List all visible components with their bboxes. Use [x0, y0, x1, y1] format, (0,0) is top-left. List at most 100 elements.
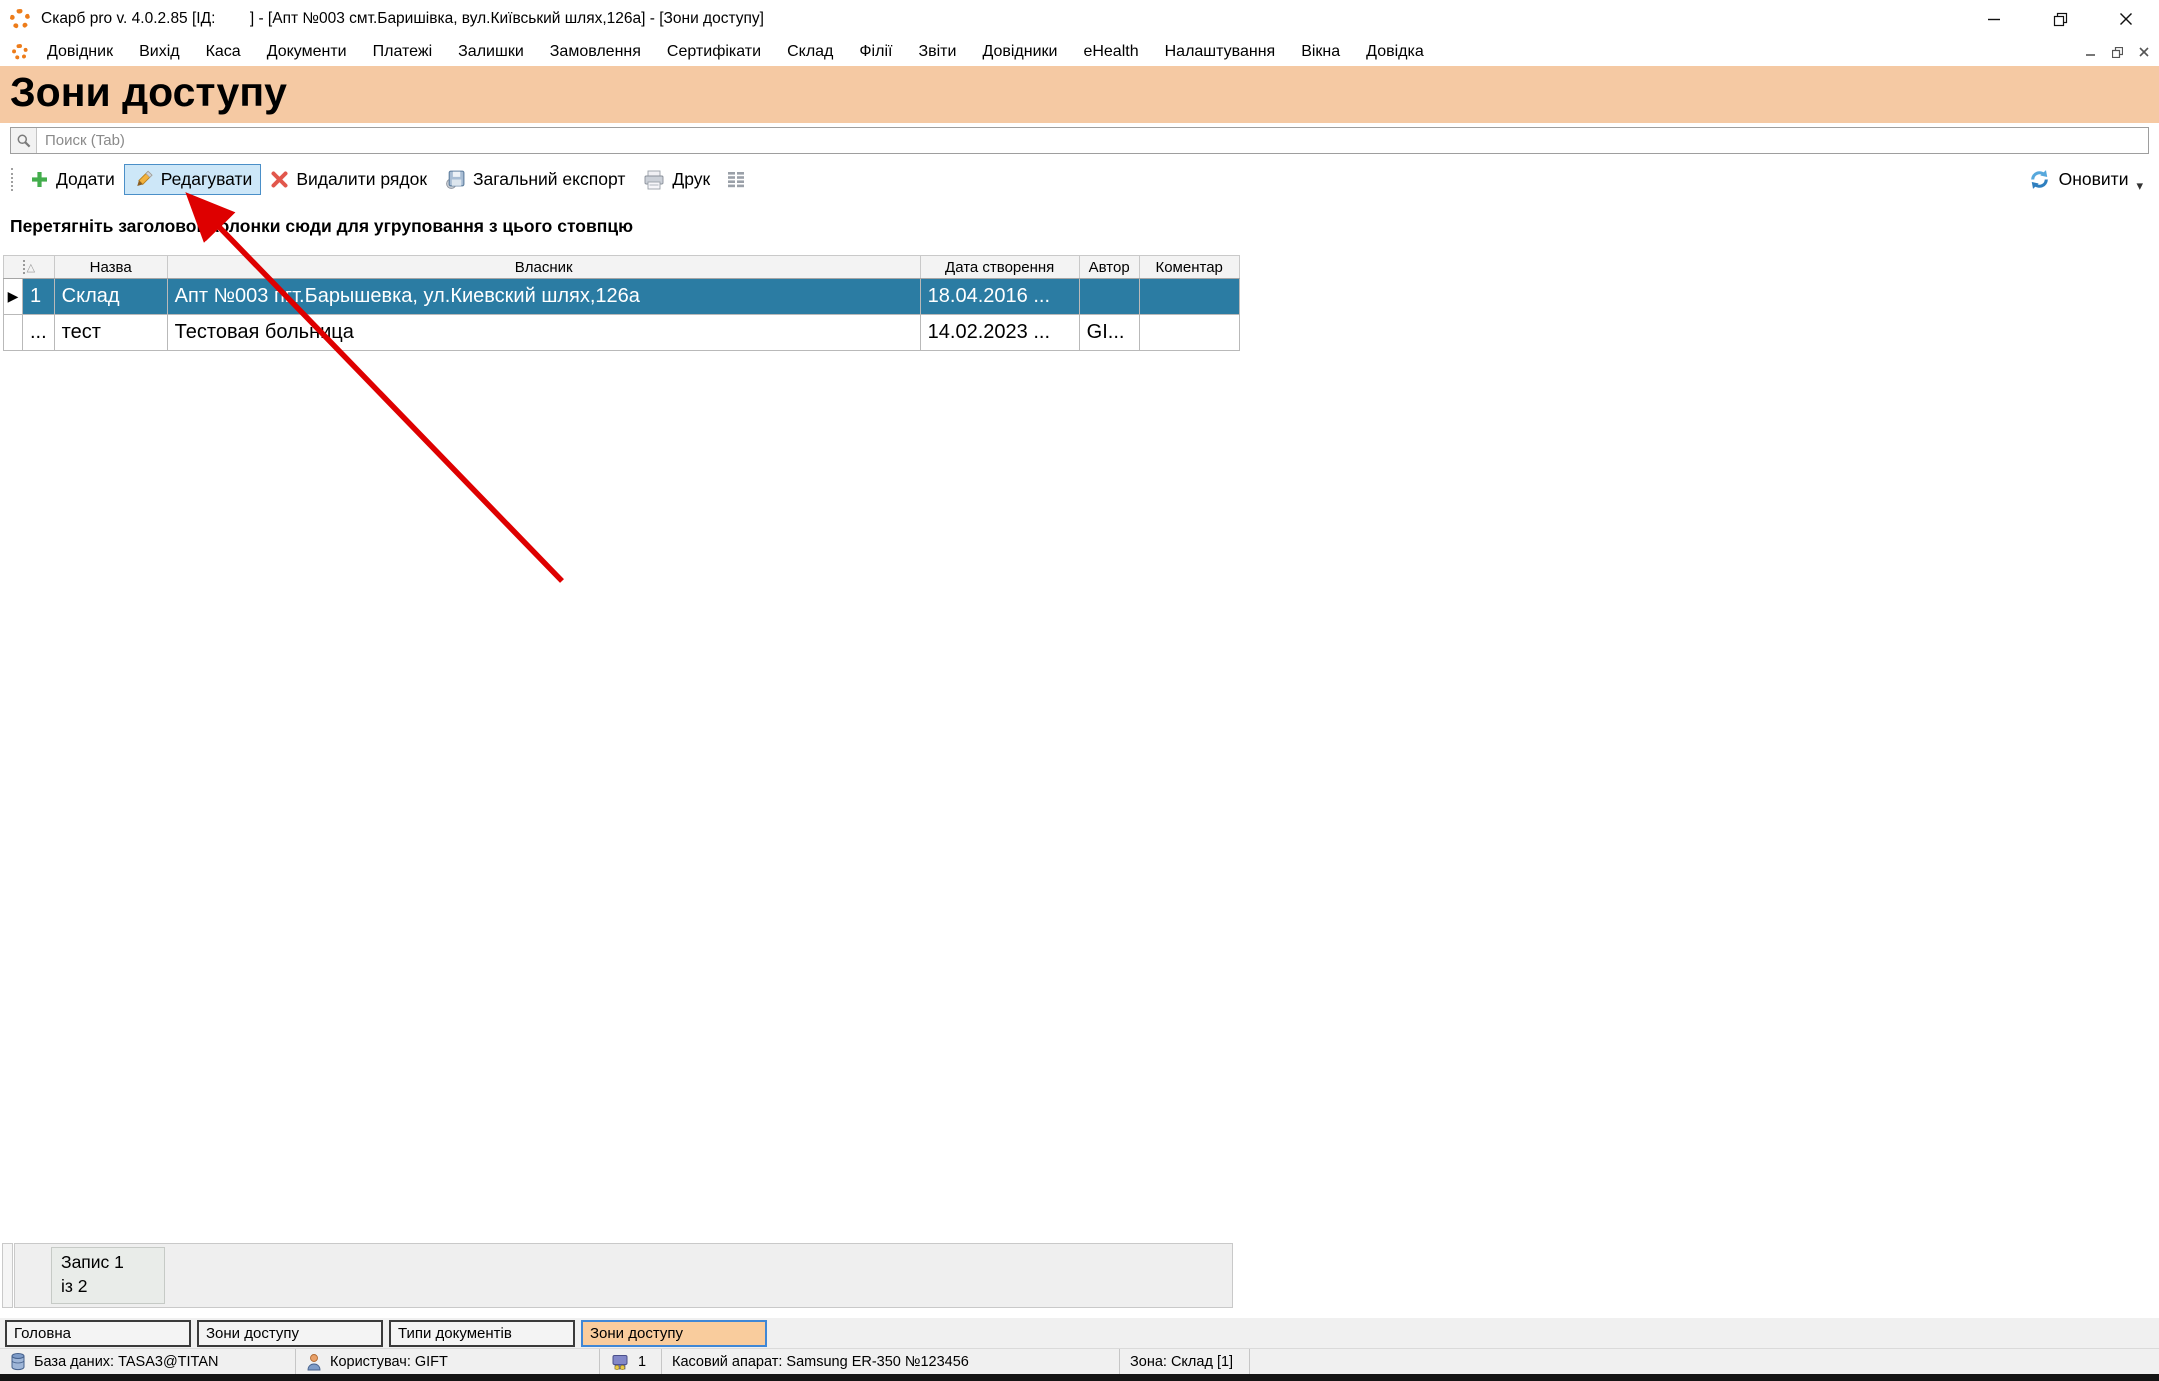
- plus-icon: [30, 170, 49, 189]
- menu-vikna[interactable]: Вікна: [1288, 43, 1353, 61]
- cell-created[interactable]: 14.02.2023 ...: [920, 315, 1079, 351]
- column-header-author[interactable]: Автор: [1079, 256, 1139, 279]
- export-button[interactable]: Загальний експорт: [436, 164, 634, 195]
- menu-ehealth[interactable]: eHealth: [1070, 43, 1151, 61]
- current-row-marker: ▶: [4, 279, 23, 315]
- column-header-comment[interactable]: Коментар: [1139, 256, 1239, 279]
- zone-label: Зона: Склад [1]: [1130, 1354, 1233, 1370]
- column-list-icon[interactable]: [725, 170, 747, 189]
- add-button[interactable]: Додати: [21, 164, 124, 195]
- column-header-name[interactable]: Назва: [54, 256, 167, 279]
- menu-filii[interactable]: Філії: [846, 43, 905, 61]
- minimize-button[interactable]: [1961, 0, 2027, 38]
- statusbar-user-section: Користувач: GIFT: [296, 1349, 600, 1374]
- status-bar: База даних: TASA3@TITAN Користувач: GIFT…: [0, 1348, 2159, 1374]
- floppy-disk-icon: [445, 169, 466, 190]
- delete-row-button-label: Видалити рядок: [296, 169, 427, 190]
- refresh-button-label: Оновити: [2059, 169, 2129, 190]
- menu-dovidka[interactable]: Довідка: [1353, 43, 1437, 61]
- app-logo-icon: [10, 9, 30, 29]
- print-button[interactable]: Друк: [634, 164, 719, 195]
- statusbar-database-section: База даних: TASA3@TITAN: [0, 1349, 296, 1374]
- export-button-label: Загальний експорт: [473, 169, 625, 190]
- mdi-restore-icon[interactable]: [2112, 47, 2123, 58]
- tab-zony-dostupu-1[interactable]: Зони доступу: [197, 1320, 383, 1347]
- open-windows-tabbar: Головна Зони доступу Типи документів Зон…: [0, 1318, 2159, 1348]
- cell-owner[interactable]: Апт №003 пгт.Барышевка, ул.Киевский шлях…: [167, 279, 920, 315]
- table-row[interactable]: ... тест Тестовая больница 14.02.2023 ..…: [4, 315, 1240, 351]
- row-marker: [4, 315, 23, 351]
- menu-kasa[interactable]: Каса: [193, 43, 254, 61]
- cell-comment[interactable]: [1139, 315, 1239, 351]
- header-grip-icon: [23, 260, 25, 274]
- record-counter-line1: Запис 1: [61, 1251, 164, 1275]
- cell-owner[interactable]: Тестовая больница: [167, 315, 920, 351]
- page-title: Зони доступу: [10, 69, 2159, 116]
- cash-register-icon: [610, 1353, 630, 1371]
- menu-dokumenty[interactable]: Документи: [254, 43, 360, 61]
- column-header-created[interactable]: Дата створення: [920, 256, 1079, 279]
- menu-platezhi[interactable]: Платежі: [360, 43, 446, 61]
- cell-num[interactable]: 1: [23, 279, 55, 315]
- window-titlebar: Скарб pro v. 4.0.2.85 [ІД: ] - [Апт №003…: [0, 0, 2159, 38]
- grid-footer-panel: Запис 1 із 2: [14, 1243, 1233, 1308]
- search-bar: [10, 127, 2149, 154]
- mdi-close-icon[interactable]: [2139, 47, 2149, 57]
- menu-sertyfikaty[interactable]: Сертифікати: [654, 43, 774, 61]
- grid-footer-strip: [2, 1243, 13, 1308]
- pencil-icon: [133, 169, 154, 190]
- page-title-band: Зони доступу: [0, 66, 2159, 123]
- print-button-label: Друк: [672, 169, 710, 190]
- database-label: База даних: TASA3@TITAN: [34, 1354, 219, 1370]
- menu-zamovlennya[interactable]: Замовлення: [537, 43, 654, 61]
- column-header-owner[interactable]: Власник: [167, 256, 920, 279]
- delete-row-button[interactable]: Видалити рядок: [261, 164, 436, 195]
- cell-author[interactable]: GI...: [1079, 315, 1139, 351]
- access-zones-grid: △ Назва Власник Дата створення Автор Ком…: [3, 255, 1240, 351]
- group-by-hint: Перетягніть заголовок колонки сюди для у…: [10, 216, 633, 237]
- window-bottom-edge: [0, 1374, 2159, 1381]
- sort-triangle-icon[interactable]: △: [27, 261, 35, 274]
- mdi-child-icon: [12, 44, 28, 60]
- add-button-label: Додати: [56, 169, 115, 190]
- close-button[interactable]: [2093, 0, 2159, 38]
- cell-author[interactable]: [1079, 279, 1139, 315]
- menu-zalyshky[interactable]: Залишки: [445, 43, 537, 61]
- cell-comment[interactable]: [1139, 279, 1239, 315]
- search-icon[interactable]: [11, 128, 37, 153]
- menu-sklad[interactable]: Склад: [774, 43, 846, 61]
- cell-name[interactable]: тест: [54, 315, 167, 351]
- menu-dovidnyky[interactable]: Довідники: [969, 43, 1070, 61]
- cell-num[interactable]: ...: [23, 315, 55, 351]
- tab-zony-dostupu-active[interactable]: Зони доступу: [581, 1320, 767, 1347]
- grid-header-row: △ Назва Власник Дата створення Автор Ком…: [4, 256, 1240, 279]
- cash-register-label: Касовий апарат: Samsung ER-350 №123456: [672, 1354, 969, 1370]
- toolbar-grip[interactable]: [11, 168, 13, 191]
- chevron-down-icon[interactable]: ▾: [2136, 178, 2143, 194]
- tab-typy-dokumentiv[interactable]: Типи документів: [389, 1320, 575, 1347]
- tab-holovna[interactable]: Головна: [5, 1320, 191, 1347]
- user-label: Користувач: GIFT: [330, 1354, 448, 1370]
- statusbar-cash-register-section: Касовий апарат: Samsung ER-350 №123456: [662, 1349, 1120, 1374]
- menu-nalashtuvannya[interactable]: Налаштування: [1152, 43, 1289, 61]
- database-icon: [10, 1352, 26, 1371]
- window-controls: [1961, 0, 2159, 38]
- menu-dovidnyk[interactable]: Довідник: [34, 43, 126, 61]
- mdi-minimize-icon[interactable]: [2086, 47, 2096, 57]
- table-row[interactable]: ▶ 1 Склад Апт №003 пгт.Барышевка, ул.Кие…: [4, 279, 1240, 315]
- search-input[interactable]: [37, 132, 2148, 149]
- menu-vyhid[interactable]: Вихід: [126, 43, 193, 61]
- refresh-button[interactable]: Оновити ▾: [2028, 166, 2143, 194]
- printer-icon: [643, 170, 665, 190]
- window-title: Скарб pro v. 4.0.2.85 [ІД: ] - [Апт №003…: [41, 10, 764, 28]
- edit-button-label: Редагувати: [161, 169, 253, 190]
- menu-bar: Довідник Вихід Каса Документи Платежі За…: [0, 38, 2159, 66]
- user-icon: [306, 1353, 322, 1371]
- restore-button[interactable]: [2027, 0, 2093, 38]
- refresh-icon: [2028, 168, 2051, 191]
- menu-zvity[interactable]: Звіти: [905, 43, 969, 61]
- cell-created[interactable]: 18.04.2016 ...: [920, 279, 1079, 315]
- statusbar-register-count-section: 1: [600, 1349, 662, 1374]
- cell-name[interactable]: Склад: [54, 279, 167, 315]
- edit-button[interactable]: Редагувати: [124, 164, 262, 195]
